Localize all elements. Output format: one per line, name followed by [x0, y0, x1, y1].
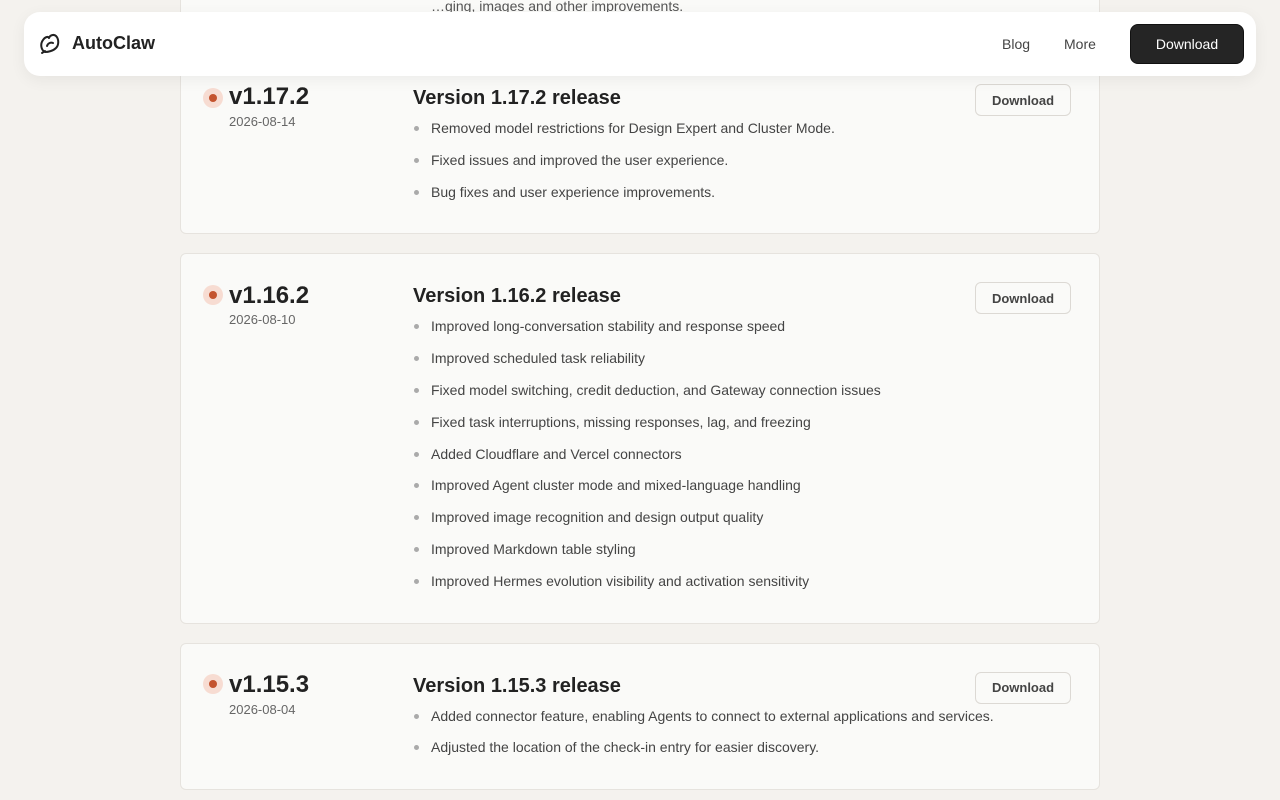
release-item: Added connector feature, enabling Agents…: [413, 706, 1071, 726]
release-item: Improved Agent cluster mode and mixed-la…: [413, 475, 1071, 495]
release-item: Removed model restrictions for Design Ex…: [413, 118, 1071, 138]
brand-name[interactable]: AutoClaw: [72, 33, 155, 54]
release-item: Adjusted the location of the check-in en…: [413, 737, 1071, 757]
release-item: Added Cloudflare and Vercel connectors: [413, 444, 1071, 464]
release-item: Improved scheduled task reliability: [413, 348, 1071, 368]
release-dot-icon: [203, 88, 223, 108]
release-date: 2026-08-10: [229, 312, 296, 328]
release-date: 2026-08-04: [229, 701, 296, 717]
release-item: Improved long-conversation stability and…: [413, 316, 1071, 336]
nav-link-blog[interactable]: Blog: [1002, 36, 1030, 52]
release-feed: …ging, images and other improvements. v1…: [180, 0, 1100, 800]
release-item: Fixed model switching, credit deduction,…: [413, 380, 1071, 400]
release-item: Fixed task interruptions, missing respon…: [413, 412, 1071, 432]
release-item: Improved Markdown table styling: [413, 539, 1071, 559]
release-item: Bug fixes and user experience improvemen…: [413, 182, 1071, 202]
release-card: v1.15.3 2026-08-04 Download Version 1.15…: [180, 642, 1100, 791]
nav-download-button[interactable]: Download: [1130, 24, 1244, 64]
release-title: Version 1.15.3 release: [413, 674, 621, 697]
release-title: Version 1.17.2 release: [413, 87, 621, 109]
release-date: 2026-08-14: [229, 114, 296, 129]
top-navbar: AutoClaw Blog More Download: [24, 12, 1256, 76]
release-content: Version 1.15.3 release Added connector f…: [413, 644, 1099, 790]
release-download-button[interactable]: Download: [975, 671, 1071, 704]
release-version: v1.16.2: [229, 282, 310, 310]
release-dot-icon: [203, 673, 223, 694]
release-version: v1.17.2: [229, 83, 310, 110]
changelog-page: …ging, images and other improvements. v1…: [0, 0, 1280, 800]
release-item: Improved Hermes evolution visibility and…: [413, 571, 1071, 591]
release-card: v1.17.2 2026-08-14 Download Version 1.17…: [180, 66, 1100, 235]
release-items: Improved long-conversation stability and…: [413, 316, 1071, 590]
release-download-button[interactable]: Download: [975, 84, 1071, 116]
release-title: Version 1.16.2 release: [413, 285, 621, 308]
release-dot-icon: [203, 285, 223, 306]
release-version: v1.15.3: [229, 670, 310, 698]
release-card: v1.16.2 2026-08-10 Download Version 1.16…: [180, 253, 1100, 624]
release-items: Added connector feature, enabling Agents…: [413, 706, 1071, 758]
release-item: Fixed issues and improved the user exper…: [413, 150, 1071, 170]
release-item: Improved image recognition and design ou…: [413, 507, 1071, 527]
release-items: Removed model restrictions for Design Ex…: [413, 118, 1071, 202]
nav-link-more[interactable]: More: [1064, 36, 1096, 52]
release-download-button[interactable]: Download: [975, 282, 1071, 315]
autoclaw-logo-icon[interactable]: [38, 32, 62, 56]
